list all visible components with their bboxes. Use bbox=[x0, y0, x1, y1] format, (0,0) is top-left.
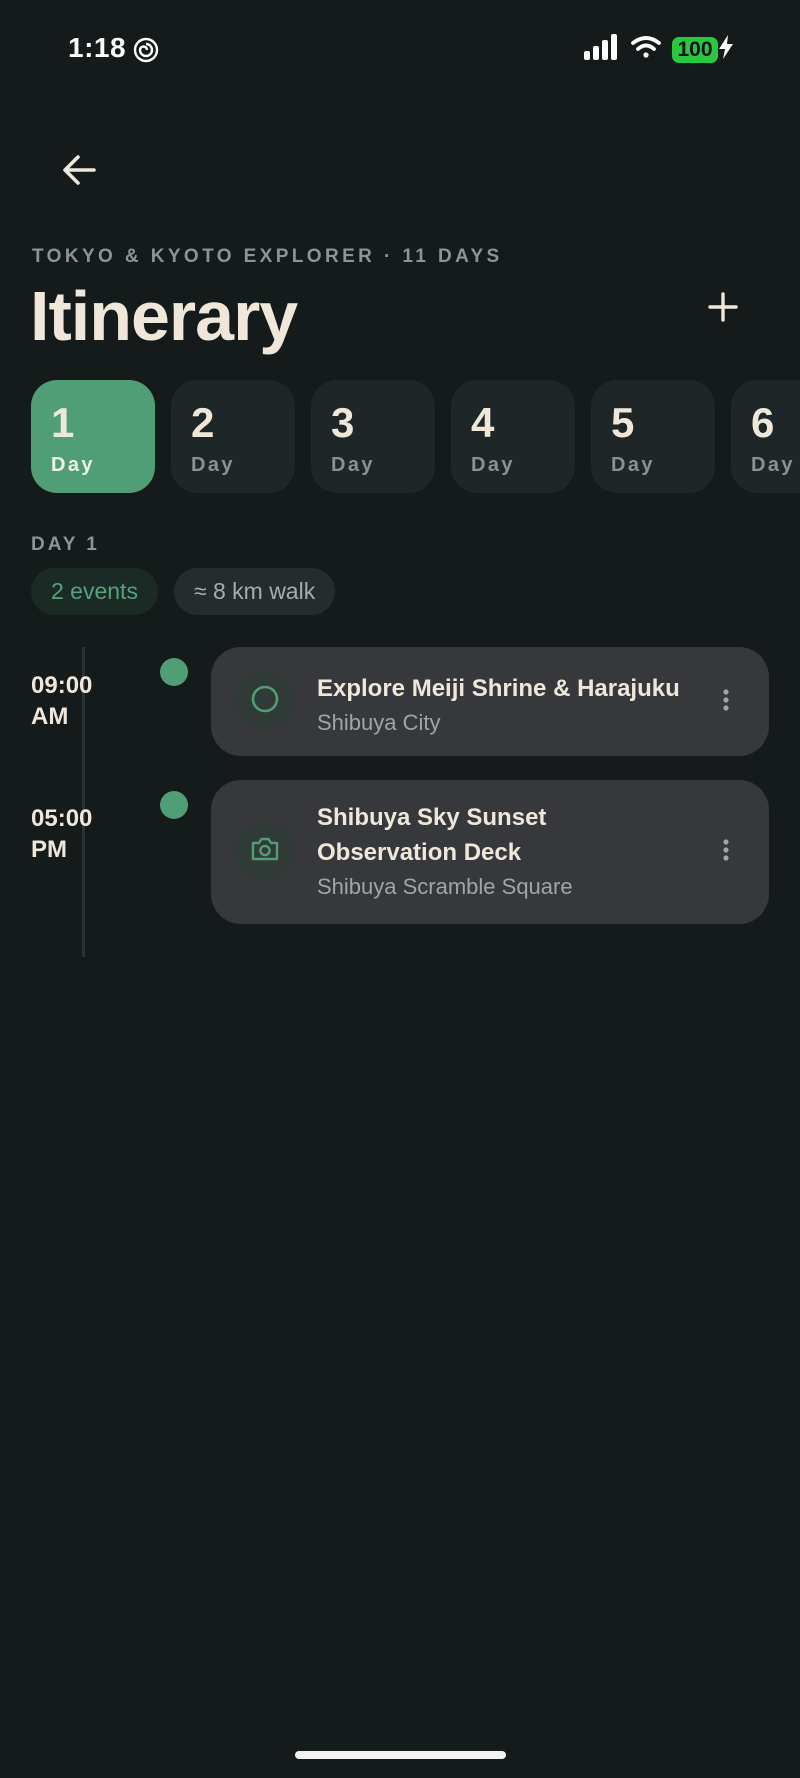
wifi-icon bbox=[630, 34, 662, 65]
home-indicator[interactable] bbox=[295, 1751, 506, 1759]
events-count-chip: 2 events bbox=[31, 568, 158, 615]
timeline-dot bbox=[160, 791, 188, 819]
day-tab-4[interactable]: 4 Day bbox=[451, 380, 575, 493]
day-tab-1[interactable]: 1 Day bbox=[31, 380, 155, 493]
status-time: 1:18 bbox=[68, 32, 127, 63]
back-button[interactable] bbox=[52, 148, 108, 196]
day-tab-number: 4 bbox=[471, 399, 495, 446]
event-card[interactable]: Explore Meiji Shrine & Harajuku Shibuya … bbox=[211, 647, 769, 756]
event-time: 05:00 PM bbox=[31, 805, 93, 863]
event-title: Explore Meiji Shrine & Harajuku bbox=[317, 675, 680, 702]
circle-outline-icon bbox=[250, 684, 280, 719]
signal-icon bbox=[584, 34, 620, 65]
day-tab-label: Day bbox=[51, 454, 95, 476]
day-tab-5[interactable]: 5 Day bbox=[591, 380, 715, 493]
timeline-dot bbox=[160, 658, 188, 686]
day-section-label: DAY 1 bbox=[31, 534, 100, 555]
status-bar: 1:18 100 bbox=[0, 0, 800, 100]
day-summary-chips: 2 events ≈ 8 km walk bbox=[31, 568, 336, 615]
charging-bolt-icon bbox=[718, 35, 734, 64]
event-location: Shibuya City bbox=[317, 710, 441, 735]
add-event-button[interactable] bbox=[700, 286, 746, 332]
spiral-notification-icon bbox=[133, 37, 159, 68]
itinerary-screen: 1:18 100 TOKYO & KYOTO EXPLORER · 11 DAY… bbox=[0, 0, 800, 1778]
battery-icon: 100 bbox=[672, 35, 734, 64]
event-card[interactable]: Shibuya Sky Sunset Observation Deck Shib… bbox=[211, 780, 769, 924]
event-more-button[interactable] bbox=[711, 832, 741, 872]
day-tab-label: Day bbox=[751, 454, 795, 476]
walk-distance-chip: ≈ 8 km walk bbox=[173, 568, 336, 615]
day-tab-3[interactable]: 3 Day bbox=[311, 380, 435, 493]
day-tab-label: Day bbox=[611, 454, 655, 476]
event-time: 09:00 AM bbox=[31, 672, 93, 730]
trip-subtitle: TOKYO & KYOTO EXPLORER · 11 DAYS bbox=[32, 246, 503, 267]
arrow-left-icon bbox=[62, 154, 98, 191]
more-vertical-icon bbox=[722, 688, 730, 717]
more-vertical-icon bbox=[722, 838, 730, 867]
camera-icon bbox=[250, 836, 280, 867]
page-title: Itinerary bbox=[30, 277, 298, 355]
day-tab-number: 3 bbox=[331, 399, 355, 446]
event-more-button[interactable] bbox=[711, 682, 741, 722]
day-tab-number: 6 bbox=[751, 399, 775, 446]
event-location: Shibuya Scramble Square bbox=[317, 874, 573, 899]
day-tab-label: Day bbox=[191, 454, 235, 476]
day-tab-2[interactable]: 2 Day bbox=[171, 380, 295, 493]
day-tab-number: 2 bbox=[191, 399, 215, 446]
day-tab-label: Day bbox=[471, 454, 515, 476]
day-tab-6[interactable]: 6 Day bbox=[731, 380, 800, 493]
day-tabs: 1 Day 2 Day 3 Day 4 Day 5 Day 6 Day bbox=[31, 380, 800, 493]
day-selector[interactable]: 1 Day 2 Day 3 Day 4 Day 5 Day 6 Day bbox=[31, 380, 800, 494]
event-icon bbox=[235, 671, 295, 731]
event-title: Shibuya Sky Sunset Observation Deck bbox=[317, 804, 547, 866]
status-indicators: 100 bbox=[584, 34, 734, 65]
plus-icon bbox=[708, 291, 738, 327]
event-icon bbox=[235, 821, 295, 881]
day-tab-number: 1 bbox=[51, 399, 75, 446]
day-tab-number: 5 bbox=[611, 399, 635, 446]
battery-level: 100 bbox=[672, 36, 718, 63]
day-tab-label: Day bbox=[331, 454, 375, 476]
